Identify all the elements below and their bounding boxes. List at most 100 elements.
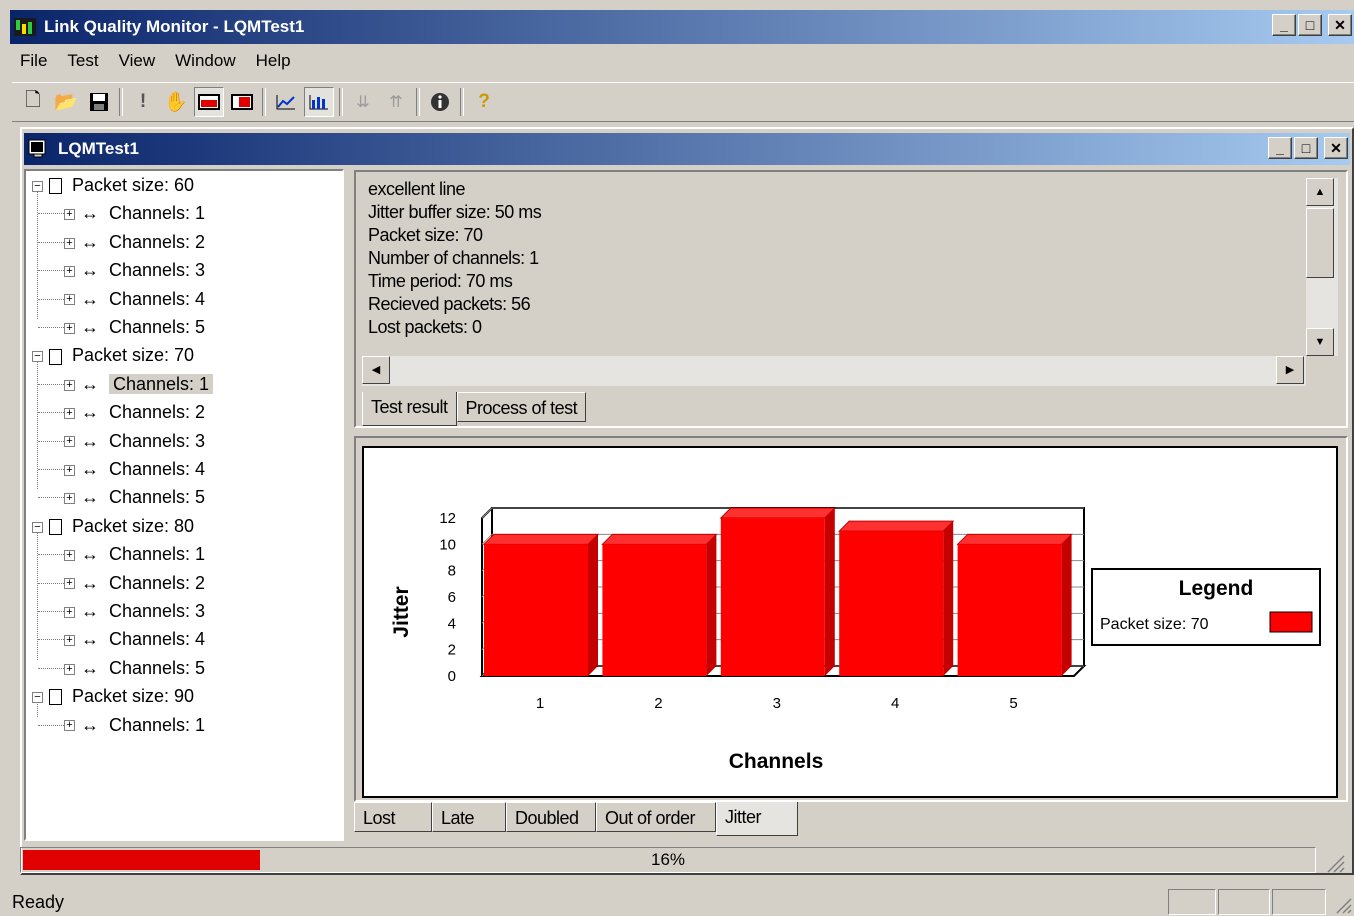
- toolbar: 🗋 📂 ! ✋ ⇊ ⇈ ?: [12, 82, 1354, 122]
- minimize-button[interactable]: _: [1272, 14, 1296, 36]
- result-text[interactable]: excellent line Jitter buffer size: 50 ms…: [362, 178, 1304, 356]
- close-button[interactable]: ✕: [1328, 14, 1352, 36]
- tree-node-label: Channels: 2: [109, 572, 206, 593]
- expand-icon[interactable]: +: [64, 720, 75, 732]
- tree-connector: [38, 383, 66, 385]
- tree-node-channels[interactable]: + ↔ Channels: 1: [64, 713, 205, 737]
- expand-icon[interactable]: +: [64, 578, 75, 590]
- tab-lost[interactable]: Lost: [354, 802, 432, 832]
- scroll-up-icon[interactable]: ▲: [1306, 178, 1334, 206]
- help-icon[interactable]: ?: [469, 87, 499, 117]
- expand-icon[interactable]: +: [64, 237, 75, 249]
- new-icon[interactable]: 🗋: [18, 87, 48, 117]
- tab-test-result[interactable]: Test result: [362, 392, 457, 426]
- tree-connector: [37, 531, 38, 660]
- save-icon[interactable]: [84, 87, 114, 117]
- tree-node-channels[interactable]: + ↔ Channels: 1: [64, 542, 205, 566]
- tree-node-channels[interactable]: + ↔ Channels: 5: [64, 315, 205, 339]
- tab-out-of-order[interactable]: Out of order: [596, 802, 716, 832]
- expand-icon[interactable]: +: [64, 407, 75, 419]
- line-chart-icon[interactable]: [271, 87, 301, 117]
- tree-node-packet-size[interactable]: − Packet size: 60: [32, 173, 194, 197]
- expand-icon[interactable]: +: [64, 379, 75, 391]
- expand-icon[interactable]: +: [64, 265, 75, 277]
- doc-close-button[interactable]: ✕: [1324, 137, 1348, 159]
- scroll-right-icon[interactable]: ▶: [1276, 356, 1304, 384]
- channel-arrows-icon: ↔: [81, 459, 99, 479]
- toolbar-separator: [119, 88, 123, 116]
- tree-node-label: Packet size: 90: [72, 686, 195, 707]
- tree-node-channels[interactable]: + ↔ Channels: 5: [64, 485, 205, 509]
- menu-help[interactable]: Help: [246, 48, 301, 76]
- stop-hand-icon[interactable]: ✋: [161, 87, 191, 117]
- bar-top: [601, 533, 718, 545]
- scroll-thumb[interactable]: [1306, 208, 1334, 278]
- expand-icon[interactable]: +: [64, 464, 75, 476]
- tree-node-channels[interactable]: + ↔ Channels: 3: [64, 429, 205, 453]
- doc-maximize-button[interactable]: □: [1294, 137, 1318, 159]
- status-panel: [1168, 889, 1216, 915]
- run-icon[interactable]: !: [128, 87, 158, 117]
- bar-chart-icon[interactable]: [304, 87, 334, 117]
- y-tick-label: 2: [448, 642, 456, 659]
- tree-node-packet-size[interactable]: − Packet size: 90: [32, 684, 194, 708]
- y-axis-label: Jitter: [390, 586, 413, 637]
- packet-icon: [49, 689, 62, 706]
- expand-icon[interactable]: +: [64, 493, 75, 505]
- open-icon[interactable]: 📂: [51, 87, 81, 117]
- expand-icon[interactable]: +: [64, 209, 75, 221]
- tree-node-channels[interactable]: + ↔ Channels: 3: [64, 258, 205, 282]
- expand-icon[interactable]: +: [64, 322, 75, 334]
- tree-node-channels[interactable]: + ↔ Channels: 1: [64, 372, 214, 396]
- doc-minimize-button[interactable]: _: [1268, 137, 1292, 159]
- tree-node-channels[interactable]: + ↔ Channels: 5: [64, 656, 205, 680]
- test-tree[interactable]: − Packet size: 60 + ↔ Channels: 1 + ↔ Channels:…: [24, 169, 344, 841]
- expand-icon[interactable]: +: [64, 436, 75, 448]
- channel-arrows-icon: ↔: [81, 487, 99, 508]
- result-line: Recieved packets: 56: [368, 294, 531, 314]
- tree-node-packet-size[interactable]: − Packet size: 70: [32, 343, 194, 367]
- expand-icon[interactable]: +: [64, 663, 75, 675]
- tree-node-channels[interactable]: + ↔ Channels: 4: [64, 287, 205, 311]
- tree-node-channels[interactable]: + ↔ Channels: 3: [64, 599, 205, 623]
- tree-node-channels[interactable]: + ↔ Channels: 2: [64, 571, 205, 595]
- layout-right-icon[interactable]: [227, 87, 257, 117]
- expand-icon[interactable]: +: [64, 635, 75, 647]
- tab-process-of-test[interactable]: Process of test: [456, 392, 587, 422]
- horizontal-scrollbar[interactable]: ◀ ▶: [362, 356, 1306, 386]
- menu-file[interactable]: File: [10, 48, 57, 76]
- tree-node-channels[interactable]: + ↔ Channels: 4: [64, 457, 205, 481]
- packet-icon: [49, 519, 62, 536]
- expand-icon[interactable]: +: [64, 549, 75, 561]
- status-bar: Ready: [0, 884, 1354, 916]
- sort-up-icon[interactable]: ⇈: [381, 87, 411, 117]
- resize-grip-icon[interactable]: [1334, 896, 1352, 914]
- tree-node-channels[interactable]: + ↔ Channels: 1: [64, 201, 205, 225]
- tree-connector: [37, 191, 38, 319]
- menu-window[interactable]: Window: [165, 48, 245, 76]
- status-panel: [1218, 889, 1270, 915]
- maximize-button[interactable]: □: [1298, 14, 1322, 36]
- menu-view[interactable]: View: [109, 48, 166, 76]
- progress-bar: 16%: [20, 847, 1316, 873]
- x-tick-label: 1: [536, 695, 544, 712]
- menu-test[interactable]: Test: [57, 48, 108, 76]
- tab-jitter[interactable]: Jitter: [716, 802, 798, 836]
- vertical-scrollbar[interactable]: ▲ ▼: [1306, 178, 1338, 356]
- scroll-down-icon[interactable]: ▼: [1306, 328, 1334, 356]
- expand-icon[interactable]: +: [64, 294, 75, 306]
- resize-grip-icon[interactable]: [1324, 852, 1346, 874]
- tree-node-packet-size[interactable]: − Packet size: 80: [32, 514, 194, 538]
- bar: [484, 544, 588, 676]
- tree-node-channels[interactable]: + ↔ Channels: 4: [64, 627, 205, 651]
- info-icon[interactable]: [425, 87, 455, 117]
- sort-down-icon[interactable]: ⇊: [348, 87, 378, 117]
- tree-node-label: Channels: 3: [109, 430, 206, 451]
- tree-node-channels[interactable]: + ↔ Channels: 2: [64, 230, 205, 254]
- tab-late[interactable]: Late: [432, 802, 506, 832]
- layout-left-icon[interactable]: [194, 87, 224, 117]
- scroll-left-icon[interactable]: ◀: [362, 356, 390, 384]
- tab-doubled[interactable]: Doubled: [506, 802, 596, 832]
- expand-icon[interactable]: +: [64, 606, 75, 618]
- tree-node-channels[interactable]: + ↔ Channels: 2: [64, 400, 205, 424]
